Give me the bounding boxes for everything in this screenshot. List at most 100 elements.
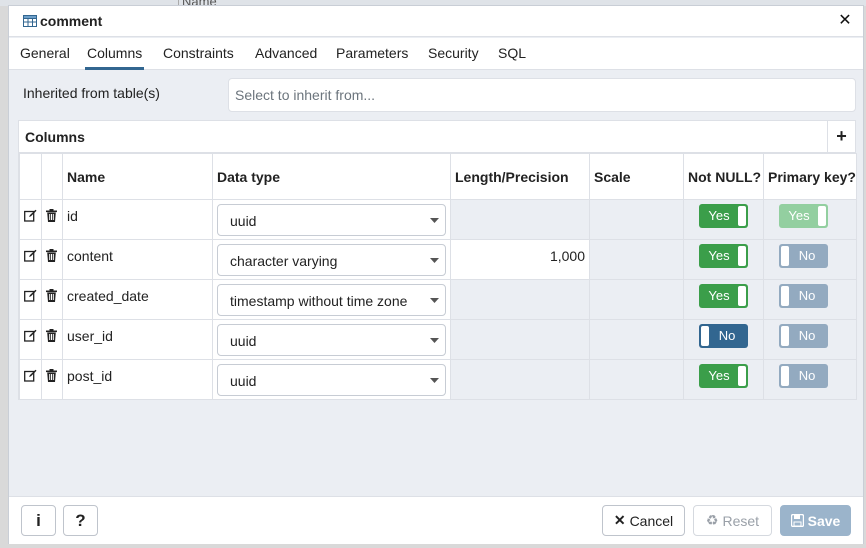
tab-parameters[interactable]: Parameters	[334, 38, 410, 70]
close-icon[interactable]: ✕	[837, 12, 853, 30]
cell-primary-key: Yes	[763, 199, 857, 240]
not-null-toggle[interactable]: No	[699, 324, 748, 348]
save-button[interactable]: Save	[780, 505, 851, 536]
cell-data-type: uuid	[212, 359, 451, 400]
cancel-button[interactable]: ✕ Cancel	[602, 505, 685, 536]
toggle-knob	[738, 246, 746, 266]
data-type-select[interactable]: uuid	[217, 324, 446, 356]
cell-length[interactable]: 1,000	[450, 239, 590, 280]
edit-icon	[24, 329, 37, 342]
primary-key-toggle[interactable]: No	[779, 244, 828, 268]
not-null-toggle-label: Yes	[708, 208, 730, 223]
edit-row-button[interactable]	[19, 319, 42, 360]
reset-label: Reset	[722, 512, 760, 529]
cell-length[interactable]	[450, 199, 590, 240]
tab-advanced[interactable]: Advanced	[253, 38, 319, 70]
tab-sql[interactable]: SQL	[496, 38, 528, 70]
save-label: Save	[807, 512, 841, 529]
chevron-down-icon	[430, 258, 439, 263]
data-type-value: character varying	[230, 253, 338, 269]
dialog-titlebar: comment ✕	[9, 6, 863, 37]
primary-key-toggle[interactable]: No	[779, 364, 828, 388]
delete-row-button[interactable]	[41, 199, 63, 240]
trash-icon	[46, 369, 57, 382]
toggle-knob	[701, 326, 709, 346]
length-value: 1,000	[549, 248, 585, 264]
cell-primary-key: No	[763, 239, 857, 280]
cell-primary-key: No	[763, 319, 857, 360]
table-row: user_id uuid No No	[19, 319, 857, 360]
cell-length[interactable]	[450, 279, 590, 320]
columns-grid-header: Columns +	[19, 121, 855, 153]
dialog-footer: i ? ✕ Cancel ♻ Reset Save	[9, 496, 863, 544]
delete-row-button[interactable]	[41, 239, 63, 280]
cell-not-null: Yes	[683, 239, 764, 280]
cell-name[interactable]: post_id	[62, 359, 213, 400]
chevron-down-icon	[430, 218, 439, 223]
not-null-toggle-label: Yes	[708, 368, 730, 383]
data-type-value: uuid	[230, 373, 257, 389]
floppy-disk-icon	[790, 514, 804, 527]
dialog-title: comment	[40, 13, 103, 29]
delete-row-button[interactable]	[41, 359, 63, 400]
edit-icon	[24, 209, 37, 222]
primary-key-toggle-label: No	[798, 288, 816, 303]
trash-icon	[46, 329, 57, 342]
data-type-value: uuid	[230, 333, 257, 349]
not-null-toggle-label: Yes	[708, 248, 730, 263]
info-button[interactable]: i	[21, 505, 56, 536]
data-type-select[interactable]: uuid	[217, 204, 446, 236]
reset-button[interactable]: ♻ Reset	[693, 505, 772, 536]
primary-key-toggle-label: No	[798, 248, 816, 263]
primary-key-toggle[interactable]: No	[779, 284, 828, 308]
edit-row-button[interactable]	[19, 239, 42, 280]
inherit-select-input[interactable]	[228, 78, 856, 112]
data-type-select[interactable]: timestamp without time zone	[217, 284, 446, 316]
delete-row-button[interactable]	[41, 279, 63, 320]
cell-primary-key: No	[763, 279, 857, 320]
cell-data-type: uuid	[212, 199, 451, 240]
column-name-text: user_id	[67, 328, 113, 344]
edit-row-button[interactable]	[19, 279, 42, 320]
toggle-knob	[781, 366, 789, 386]
header-scale: Scale	[589, 153, 684, 200]
help-icon: ?	[75, 510, 86, 530]
tab-security[interactable]: Security	[426, 38, 481, 70]
cell-length[interactable]	[450, 319, 590, 360]
chevron-down-icon	[430, 338, 439, 343]
cell-not-null: Yes	[683, 199, 764, 240]
toggle-knob	[738, 366, 746, 386]
edit-row-button[interactable]	[19, 359, 42, 400]
cell-data-type: timestamp without time zone	[212, 279, 451, 320]
data-type-select[interactable]: uuid	[217, 364, 446, 396]
delete-row-button[interactable]	[41, 319, 63, 360]
not-null-toggle[interactable]: Yes	[699, 244, 748, 268]
edit-row-button[interactable]	[19, 199, 42, 240]
data-type-value: uuid	[230, 213, 257, 229]
cell-data-type: uuid	[212, 319, 451, 360]
tab-general[interactable]: General	[18, 38, 72, 70]
cell-name[interactable]: id	[62, 199, 213, 240]
cell-primary-key: No	[763, 359, 857, 400]
table-row: post_id uuid Yes No	[19, 359, 857, 400]
not-null-toggle[interactable]: Yes	[699, 364, 748, 388]
data-type-select[interactable]: character varying	[217, 244, 446, 276]
add-column-button[interactable]: +	[827, 121, 855, 152]
help-button[interactable]: ?	[63, 505, 98, 536]
table-row: id uuid Yes Yes	[19, 199, 857, 240]
cell-name[interactable]: created_date	[62, 279, 213, 320]
tab-constraints[interactable]: Constraints	[161, 38, 236, 70]
column-name-text: id	[67, 208, 78, 224]
columns-grid-title: Columns	[25, 129, 85, 145]
not-null-toggle[interactable]: Yes	[699, 284, 748, 308]
header-primary-key: Primary key?	[763, 153, 857, 200]
cell-name[interactable]: user_id	[62, 319, 213, 360]
not-null-toggle[interactable]: Yes	[699, 204, 748, 228]
cell-scale	[589, 319, 684, 360]
tab-columns[interactable]: Columns	[85, 38, 145, 70]
cell-not-null: No	[683, 319, 764, 360]
primary-key-toggle[interactable]: No	[779, 324, 828, 348]
cell-name[interactable]: content	[62, 239, 213, 280]
edit-icon	[24, 289, 37, 302]
cell-length[interactable]	[450, 359, 590, 400]
